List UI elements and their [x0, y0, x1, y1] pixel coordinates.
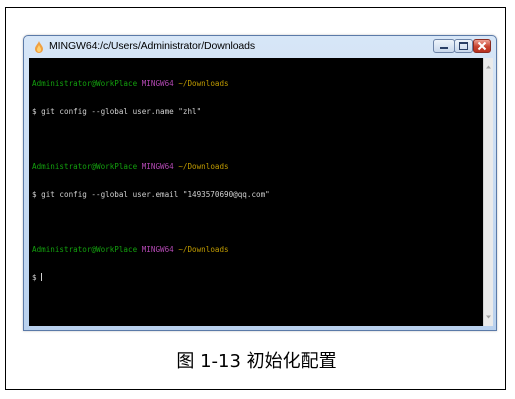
prompt-path: ~/Downloads	[178, 245, 229, 255]
terminal-window: MINGW64:/c/Users/Administrator/Downloads	[23, 35, 497, 331]
prompt-user-host: Administrator@WorkPlace	[32, 245, 138, 255]
prompt-line: Administrator@WorkPlace MINGW64 ~/Downlo…	[32, 245, 270, 254]
prompt-shell: MINGW64	[141, 245, 174, 255]
mingw-app-icon	[35, 41, 43, 53]
figure-frame: MINGW64:/c/Users/Administrator/Downloads	[5, 7, 506, 390]
minimize-icon	[440, 47, 448, 49]
terminal-output[interactable]: Administrator@WorkPlace MINGW64 ~/Downlo…	[29, 58, 483, 326]
command-line: $ git config --global user.email "149357…	[32, 189, 270, 199]
window-title: MINGW64:/c/Users/Administrator/Downloads	[49, 40, 256, 52]
prompt-line: Administrator@WorkPlace MINGW64 ~/Downlo…	[32, 162, 270, 171]
scroll-down-icon[interactable]	[485, 314, 492, 320]
vertical-scrollbar[interactable]	[483, 58, 493, 326]
maximize-icon	[459, 42, 468, 50]
command-line: $	[32, 272, 42, 282]
scroll-up-icon[interactable]	[485, 64, 492, 70]
text-cursor	[41, 272, 43, 281]
prompt-path: ~/Downloads	[178, 79, 229, 89]
command-line: $ git config --global user.name "zhl"	[32, 107, 202, 117]
input-line[interactable]: $	[32, 272, 270, 282]
prompt-user-host: Administrator@WorkPlace	[32, 79, 138, 89]
maximize-button[interactable]	[454, 39, 473, 53]
figure-caption: 图 1-13 初始化配置	[176, 351, 337, 372]
prompt-shell: MINGW64	[141, 162, 174, 172]
title-bar[interactable]: MINGW64:/c/Users/Administrator/Downloads	[24, 36, 496, 58]
prompt-path: ~/Downloads	[178, 162, 229, 172]
prompt-line: Administrator@WorkPlace MINGW64 ~/Downlo…	[32, 79, 270, 88]
minimize-button[interactable]	[433, 39, 455, 53]
close-button[interactable]	[473, 39, 491, 53]
prompt-shell: MINGW64	[141, 79, 174, 89]
close-icon	[477, 41, 487, 51]
prompt-user-host: Administrator@WorkPlace	[32, 162, 138, 172]
